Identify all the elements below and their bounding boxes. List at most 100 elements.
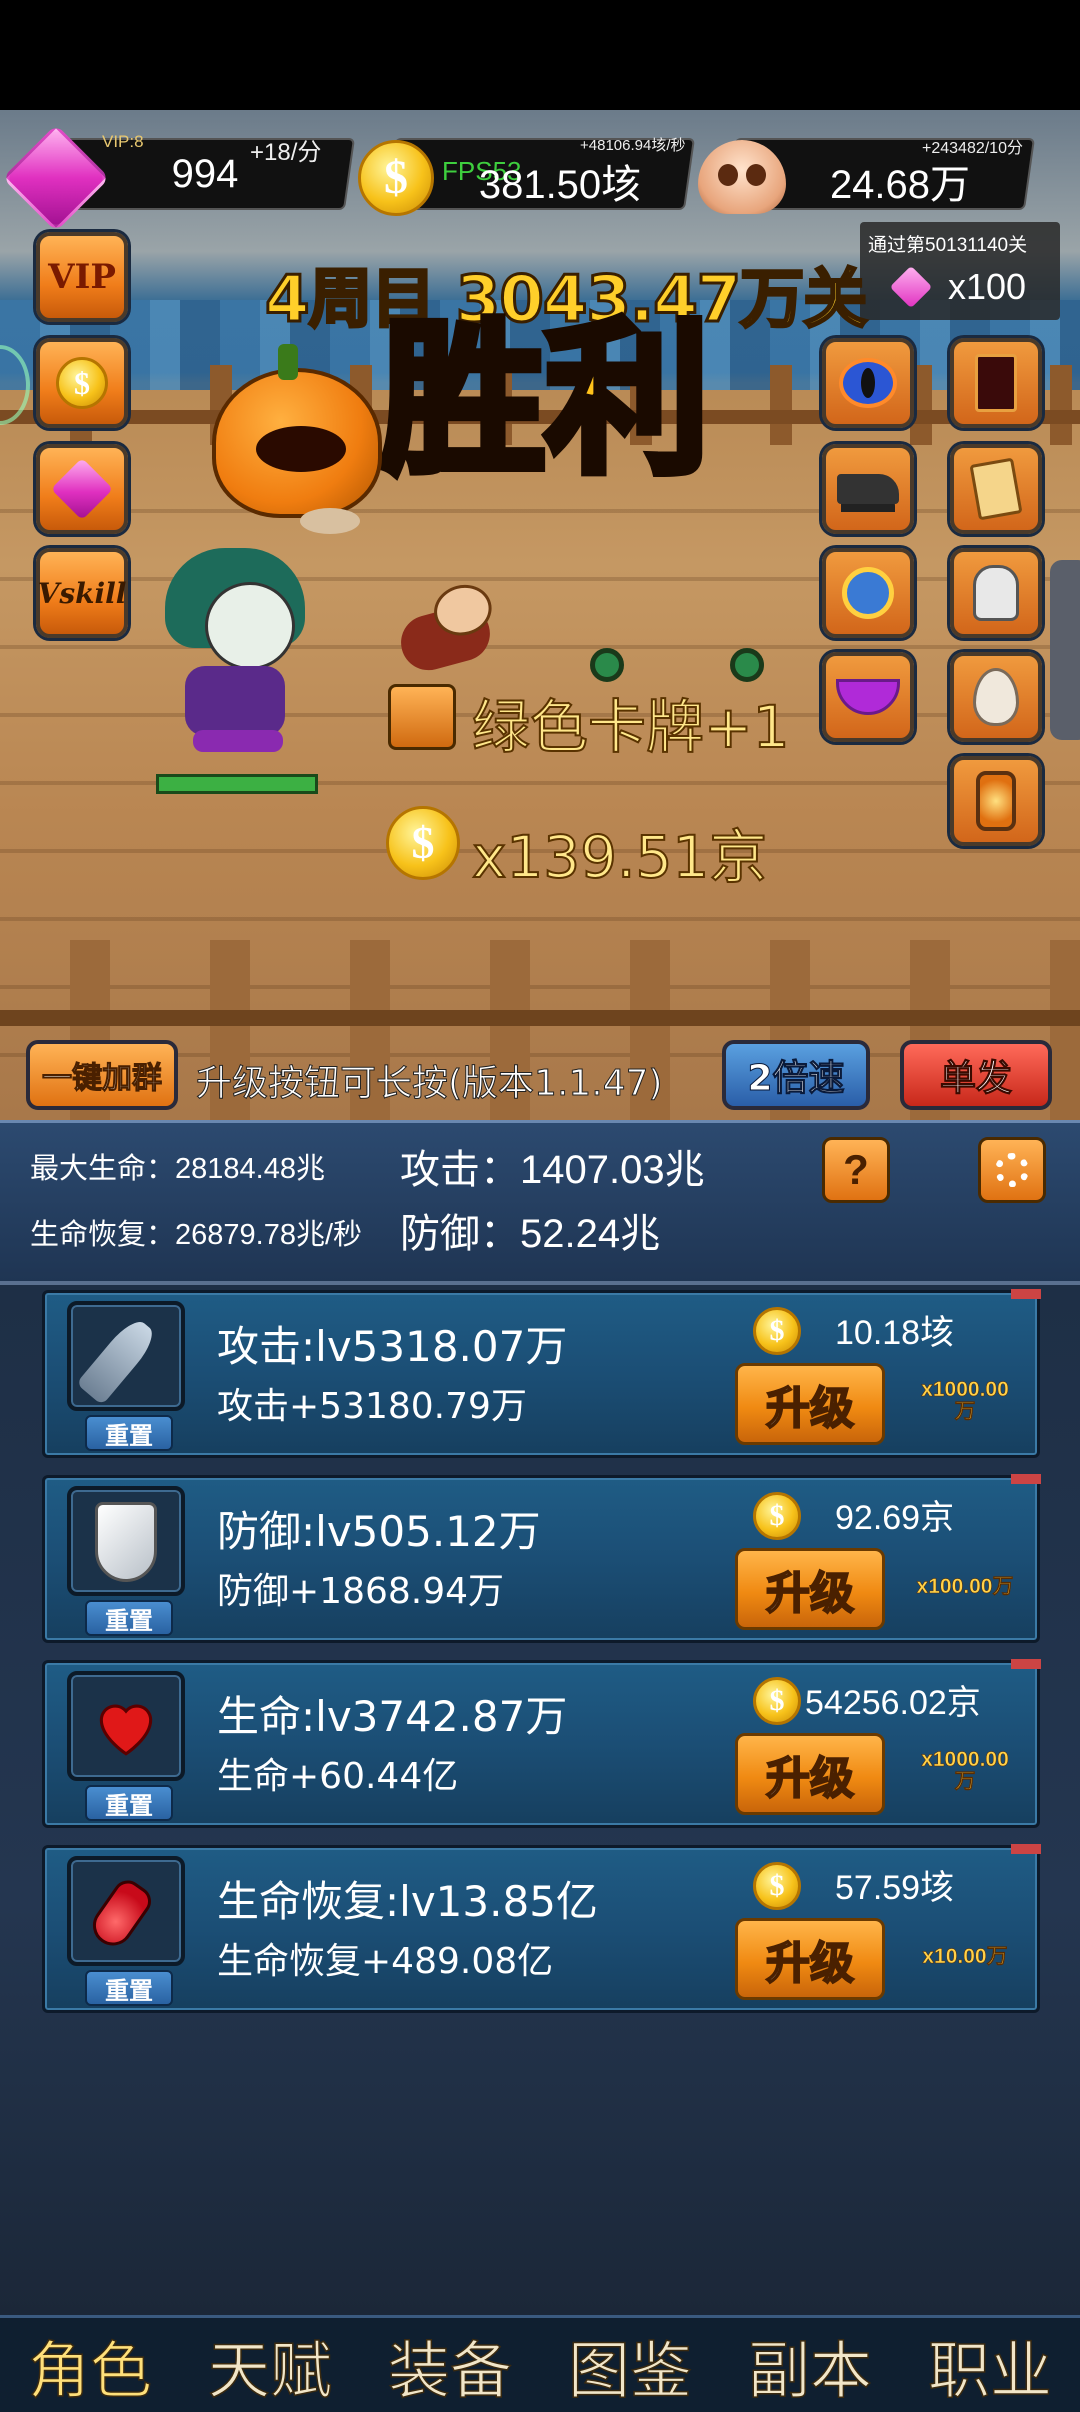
offscreen-enemy xyxy=(1050,560,1080,740)
front-fence-bar xyxy=(0,1010,1080,1026)
card-corner-mark xyxy=(1011,1659,1041,1669)
robot-button[interactable] xyxy=(950,548,1042,638)
reset-button[interactable]: 重置 xyxy=(85,1415,173,1451)
icon-frame xyxy=(67,1671,185,1781)
vip-label: VIP xyxy=(48,257,116,297)
stage-reward-amount: x100 xyxy=(948,266,1027,307)
upgrade-title: 攻击:lv5318.07万 xyxy=(217,1322,568,1371)
gold-coin-icon: $ xyxy=(386,806,460,880)
regen-upgrade-card: 重置 生命恢复:lv13.85亿 生命恢复+489.08亿 $ 57.59垓 升… xyxy=(42,1844,1041,2013)
vip-button[interactable]: VIP xyxy=(36,232,128,322)
dagger-icon xyxy=(76,1314,160,1406)
icon-frame xyxy=(67,1856,185,1966)
nav-dungeon[interactable]: 副本 xyxy=(747,2320,873,2410)
nav-character[interactable]: 角色 xyxy=(27,2320,153,2410)
hp-upgrade-card: 重置 生命:lv3742.87万 生命+60.44亿 $ 54256.02京 升… xyxy=(42,1659,1041,1828)
gold-coin-icon: $ xyxy=(56,357,108,409)
upgrade-title: 防御:lv505.12万 xyxy=(217,1507,541,1556)
defense-upgrade-card: 重置 防御:lv505.12万 防御+1868.94万 $ 92.69京 升级 … xyxy=(42,1474,1041,1643)
gold-coin-icon: $ xyxy=(753,1492,801,1540)
help-button[interactable]: ? xyxy=(822,1137,890,1203)
upgrade-bonus: 生命恢复+489.08亿 xyxy=(217,1941,554,1982)
card-corner-mark xyxy=(1011,1844,1041,1854)
upgrade-title: 生命恢复:lv13.85亿 xyxy=(217,1877,598,1926)
lantern-button[interactable] xyxy=(950,756,1042,846)
gold-coin-icon: $ xyxy=(753,1307,801,1355)
stats-panel: 最大生命：28184.48兆 生命恢复：26879.78兆/秒 攻击：1407.… xyxy=(0,1120,1080,1285)
single-shot-button[interactable]: 单发 xyxy=(900,1040,1052,1110)
icon-frame xyxy=(67,1486,185,1596)
join-group-button[interactable]: 一键加群 xyxy=(26,1040,178,1110)
upgrade-button[interactable]: 升级 xyxy=(735,1548,885,1630)
bottom-navigation: 角色 天赋 装备 图鉴 副本 职业 xyxy=(0,2315,1080,2412)
upgrade-multiplier[interactable]: x1000.00 万 xyxy=(895,1748,1035,1793)
lantern-icon xyxy=(976,771,1016,831)
nav-collection[interactable]: 图鉴 xyxy=(567,2320,693,2410)
nav-equipment[interactable]: 装备 xyxy=(387,2320,513,2410)
card-drop-text: 绿色卡牌+1 xyxy=(471,692,790,762)
nav-class[interactable]: 职业 xyxy=(927,2320,1053,2410)
upgrade-bonus: 防御+1868.94万 xyxy=(217,1571,505,1612)
upgrade-button[interactable]: 升级 xyxy=(735,1918,885,2000)
defense-stat: 防御：52.24兆 xyxy=(400,1212,661,1256)
vip-level: VIP:8 xyxy=(102,132,144,151)
stopwatch-icon xyxy=(842,567,894,619)
long-press-hint: 升级按钮可长按(版本1.1.47) xyxy=(196,1063,664,1105)
upgrade-cost: 54256.02京 xyxy=(805,1684,981,1722)
upgrade-multiplier[interactable]: x1000.00 万 xyxy=(895,1378,1035,1423)
gold-drop-text: x139.51京 xyxy=(471,822,768,892)
shield-icon xyxy=(95,1502,157,1582)
reset-button[interactable]: 重置 xyxy=(85,1970,173,2006)
gold-count: 381.50垓 xyxy=(478,163,642,207)
stopwatch-button[interactable] xyxy=(822,548,914,638)
multiplier-value: x1000.00 xyxy=(921,1378,1009,1401)
upgrade-button[interactable]: 升级 xyxy=(735,1363,885,1445)
hero-character xyxy=(165,548,305,752)
hero-body xyxy=(185,666,285,736)
upgrade-cost: 92.69京 xyxy=(835,1499,955,1537)
hero-face xyxy=(205,582,295,670)
upgrade-multiplier[interactable]: x100.00万 xyxy=(895,1575,1035,1598)
egg-button[interactable] xyxy=(950,652,1042,742)
hero-health-bar xyxy=(156,774,318,794)
potion-icon xyxy=(85,1874,157,1954)
gold-coin-icon: $ xyxy=(753,1862,801,1910)
pumpkin-foot xyxy=(300,508,360,534)
reset-button[interactable]: 重置 xyxy=(85,1600,173,1636)
settings-button[interactable] xyxy=(978,1137,1046,1203)
multiplier-unit: 万 xyxy=(954,1770,976,1793)
gold-coin-icon: $ xyxy=(753,1677,801,1725)
speed-2x-button[interactable]: 2倍速 xyxy=(722,1040,870,1110)
hp-regen-stat: 生命恢复：26879.78兆/秒 xyxy=(30,1219,363,1251)
gem-shop-button[interactable] xyxy=(36,444,128,534)
green-drop-icon xyxy=(590,648,624,682)
upgrade-multiplier[interactable]: x10.00万 xyxy=(895,1945,1035,1968)
stage-reward-label: 通过第50131140关 xyxy=(868,235,1028,256)
attack-stat: 攻击：1407.03兆 xyxy=(400,1148,705,1192)
multiplier-value: x1000.00 xyxy=(921,1748,1009,1771)
card-back-button[interactable] xyxy=(950,338,1042,428)
gem-count: 994 xyxy=(171,152,239,196)
gear-icon xyxy=(995,1153,1029,1187)
bowl-icon xyxy=(836,679,900,715)
anvil-button[interactable] xyxy=(822,444,914,534)
icon-frame xyxy=(67,1301,185,1411)
reset-button[interactable]: 重置 xyxy=(85,1785,173,1821)
cards-icon xyxy=(969,457,1023,521)
skull-count: 24.68万 xyxy=(829,163,971,207)
egg-icon xyxy=(973,668,1019,726)
upgrade-bonus: 攻击+53180.79万 xyxy=(217,1386,527,1427)
upgrade-button[interactable]: 升级 xyxy=(735,1733,885,1815)
nav-talent[interactable]: 天赋 xyxy=(207,2320,333,2410)
eye-monster-button[interactable] xyxy=(822,338,914,428)
card-deck-button[interactable] xyxy=(950,444,1042,534)
gold-shop-button[interactable]: $ xyxy=(36,338,128,428)
card-icon xyxy=(975,354,1017,412)
vskill-button[interactable]: Vskill xyxy=(36,548,128,638)
upgrade-bonus: 生命+60.44亿 xyxy=(217,1756,459,1797)
multiplier-unit: 万 xyxy=(954,1400,976,1423)
stage-reward-panel: 通过第50131140关 x100 xyxy=(860,222,1060,320)
potion-bowl-button[interactable] xyxy=(822,652,914,742)
victory-banner: 胜利 xyxy=(376,304,714,496)
attack-upgrade-card: 重置 攻击:lv5318.07万 攻击+53180.79万 $ 10.18垓 升… xyxy=(42,1289,1041,1458)
